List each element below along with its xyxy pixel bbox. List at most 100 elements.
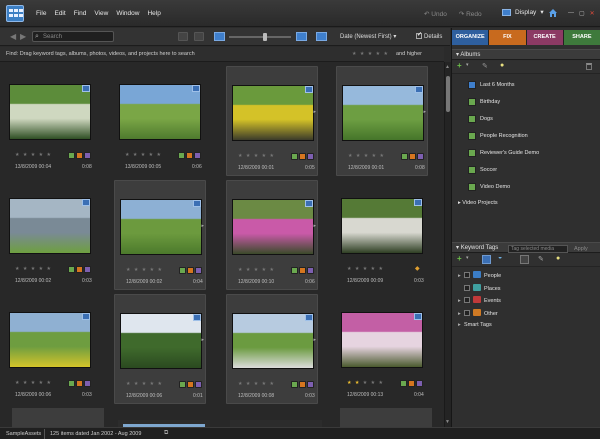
keyword-tags-panel-header[interactable]: ▾ Keyword Tags Tag selected media Apply (452, 242, 600, 253)
chevron-down-icon[interactable]: ▾ (466, 62, 469, 68)
star-icon[interactable]: ★ (379, 380, 384, 386)
people-tag-icon[interactable] (416, 380, 423, 387)
expand-stack-icon[interactable]: ▸ (201, 223, 204, 229)
rotate-right-button[interactable] (194, 32, 204, 41)
star-icon[interactable]: ★ (348, 153, 356, 159)
keyword-category[interactable]: Places (458, 283, 501, 294)
keyword-checkbox[interactable] (464, 297, 470, 303)
star-icon[interactable]: ★ (47, 380, 52, 386)
star-icon[interactable]: ★ (238, 153, 246, 159)
star-icon[interactable]: ★ (149, 152, 157, 158)
star-icon[interactable]: ★ (246, 153, 254, 159)
star-icon[interactable]: ★ (133, 152, 141, 158)
media-item[interactable]: ▸ ★ ★ ★ ★ ★ 12/8/2009 00:02 0:04 (114, 180, 206, 290)
star-icon[interactable]: ★ (262, 267, 270, 273)
video-thumbnail[interactable] (342, 85, 424, 141)
menu-file[interactable]: File (36, 10, 46, 17)
details-checkbox[interactable]: Details (416, 31, 442, 40)
media-item-partial[interactable] (340, 408, 432, 427)
star-rating[interactable]: ★ ★ ★ ★ ★ (348, 153, 385, 159)
people-tag-icon[interactable] (307, 381, 314, 388)
album-item[interactable]: Video Demo (468, 182, 510, 192)
keyword-category[interactable]: ▸ Events (458, 296, 501, 306)
display-button[interactable]: Display ▾ (502, 8, 544, 16)
event-tag-icon[interactable] (187, 267, 194, 274)
star-rating[interactable]: ★ ★ ★ ★ ★ (347, 380, 384, 386)
video-thumbnail[interactable] (341, 312, 423, 368)
star-rating[interactable]: ★ ★ ★ ★ ★ (126, 267, 163, 273)
video-thumbnail[interactable] (120, 313, 202, 369)
media-item[interactable]: ★ ★ ★ ★ ★ 13/8/2009 00:04 0:08 (4, 66, 96, 176)
edit-keyword-icon[interactable]: ✎ (538, 255, 544, 263)
album-item[interactable]: Last 6 Months (468, 80, 515, 90)
rating-filter-stars[interactable]: ★ ★ ★ ★ ★ (352, 51, 389, 57)
video-thumbnail[interactable] (9, 312, 91, 368)
star-rating[interactable]: ★ ★ ★ ★ ★ (238, 153, 275, 159)
people-tag-icon[interactable] (84, 380, 91, 387)
tab-share[interactable]: SHARE (563, 30, 600, 45)
star-icon[interactable]: ★ (238, 381, 246, 387)
timeline-icon[interactable]: ⧉ (164, 430, 168, 437)
large-thumbnail-icon[interactable] (296, 32, 307, 41)
star-icon[interactable]: ★ (363, 380, 371, 386)
close-icon[interactable]: ✕ (590, 10, 595, 17)
people-tag-icon[interactable] (84, 266, 91, 273)
lightbulb-icon[interactable]: ● (500, 62, 504, 69)
star-icon[interactable]: ★ (380, 153, 385, 159)
keyword-checkbox[interactable] (464, 284, 470, 291)
menu-help[interactable]: Help (147, 10, 160, 17)
video-thumbnail[interactable] (341, 198, 423, 254)
star-icon[interactable]: ★ (31, 152, 39, 158)
media-item[interactable]: ▸ ★ ★ ★ ★ ★ 12/8/2009 00:06 0:01 (114, 294, 206, 404)
video-thumbnail[interactable] (232, 85, 314, 141)
star-icon[interactable]: ★ (23, 152, 31, 158)
trash-icon[interactable] (586, 63, 592, 70)
event-tag-icon[interactable] (299, 153, 306, 160)
star-icon[interactable]: ★ (125, 152, 133, 158)
album-item[interactable]: Birthday (468, 97, 500, 107)
small-thumbnail-icon[interactable] (214, 32, 225, 41)
star-rating[interactable]: ★ ★ ★ ★ ★ (238, 381, 275, 387)
expand-stack-icon[interactable]: ▸ (423, 109, 426, 115)
scroll-down-icon[interactable]: ▼ (445, 419, 450, 425)
people-tag-icon[interactable] (84, 152, 91, 159)
star-icon[interactable]: ★ (158, 267, 163, 273)
media-item[interactable]: ★ ★ ★ ★ ★ 12/8/2009 00:13 0:04 (336, 294, 428, 404)
star-icon[interactable]: ★ (270, 381, 275, 387)
star-icon[interactable]: ★ (356, 153, 364, 159)
video-projects-group[interactable]: ▸ Video Projects (458, 200, 498, 206)
keyword-category[interactable]: ▸ Other (458, 308, 498, 319)
event-tag-icon[interactable] (186, 152, 193, 159)
people-tag-icon[interactable] (307, 153, 314, 160)
grid-scrollbar[interactable]: ▲ ▼ (444, 62, 451, 427)
star-icon[interactable]: ★ (141, 152, 149, 158)
star-icon[interactable]: ★ (31, 380, 39, 386)
star-icon[interactable]: ★ (270, 267, 275, 273)
star-icon[interactable]: ★ (371, 266, 379, 272)
smart-tags-group[interactable]: ▸ Smart Tags (458, 320, 492, 330)
expand-stack-icon[interactable]: ▸ (201, 337, 204, 343)
event-tag-icon[interactable] (299, 381, 306, 388)
star-icon[interactable]: ★ (379, 266, 384, 272)
media-item-partial[interactable] (118, 420, 210, 427)
event-tag-icon[interactable] (409, 153, 416, 160)
maximize-icon[interactable]: ▢ (579, 10, 585, 17)
media-item[interactable]: ▸ ★ ★ ★ ★ ★ 12/8/2009 00:08 0:03 (226, 294, 318, 404)
star-icon[interactable]: ★ (347, 266, 355, 272)
expand-stack-icon[interactable]: ▸ (313, 337, 316, 343)
star-icon[interactable]: ★ (126, 267, 134, 273)
star-icon[interactable]: ★ (355, 380, 363, 386)
expand-stack-icon[interactable]: ▸ (313, 109, 316, 115)
keyword-tag-icon[interactable]: ◆ (415, 265, 420, 272)
home-icon[interactable] (548, 8, 558, 18)
album-badge-icon[interactable] (68, 266, 75, 273)
video-thumbnail[interactable] (119, 84, 201, 140)
star-icon[interactable]: ★ (371, 380, 379, 386)
star-icon[interactable]: ★ (270, 153, 275, 159)
edit-album-icon[interactable]: ✎ (482, 62, 488, 70)
album-badge-icon[interactable] (291, 153, 298, 160)
star-icon[interactable]: ★ (47, 266, 52, 272)
people-tag-icon[interactable] (195, 267, 202, 274)
video-thumbnail[interactable] (9, 198, 91, 254)
tab-organize[interactable]: ORGANIZE (452, 30, 490, 45)
